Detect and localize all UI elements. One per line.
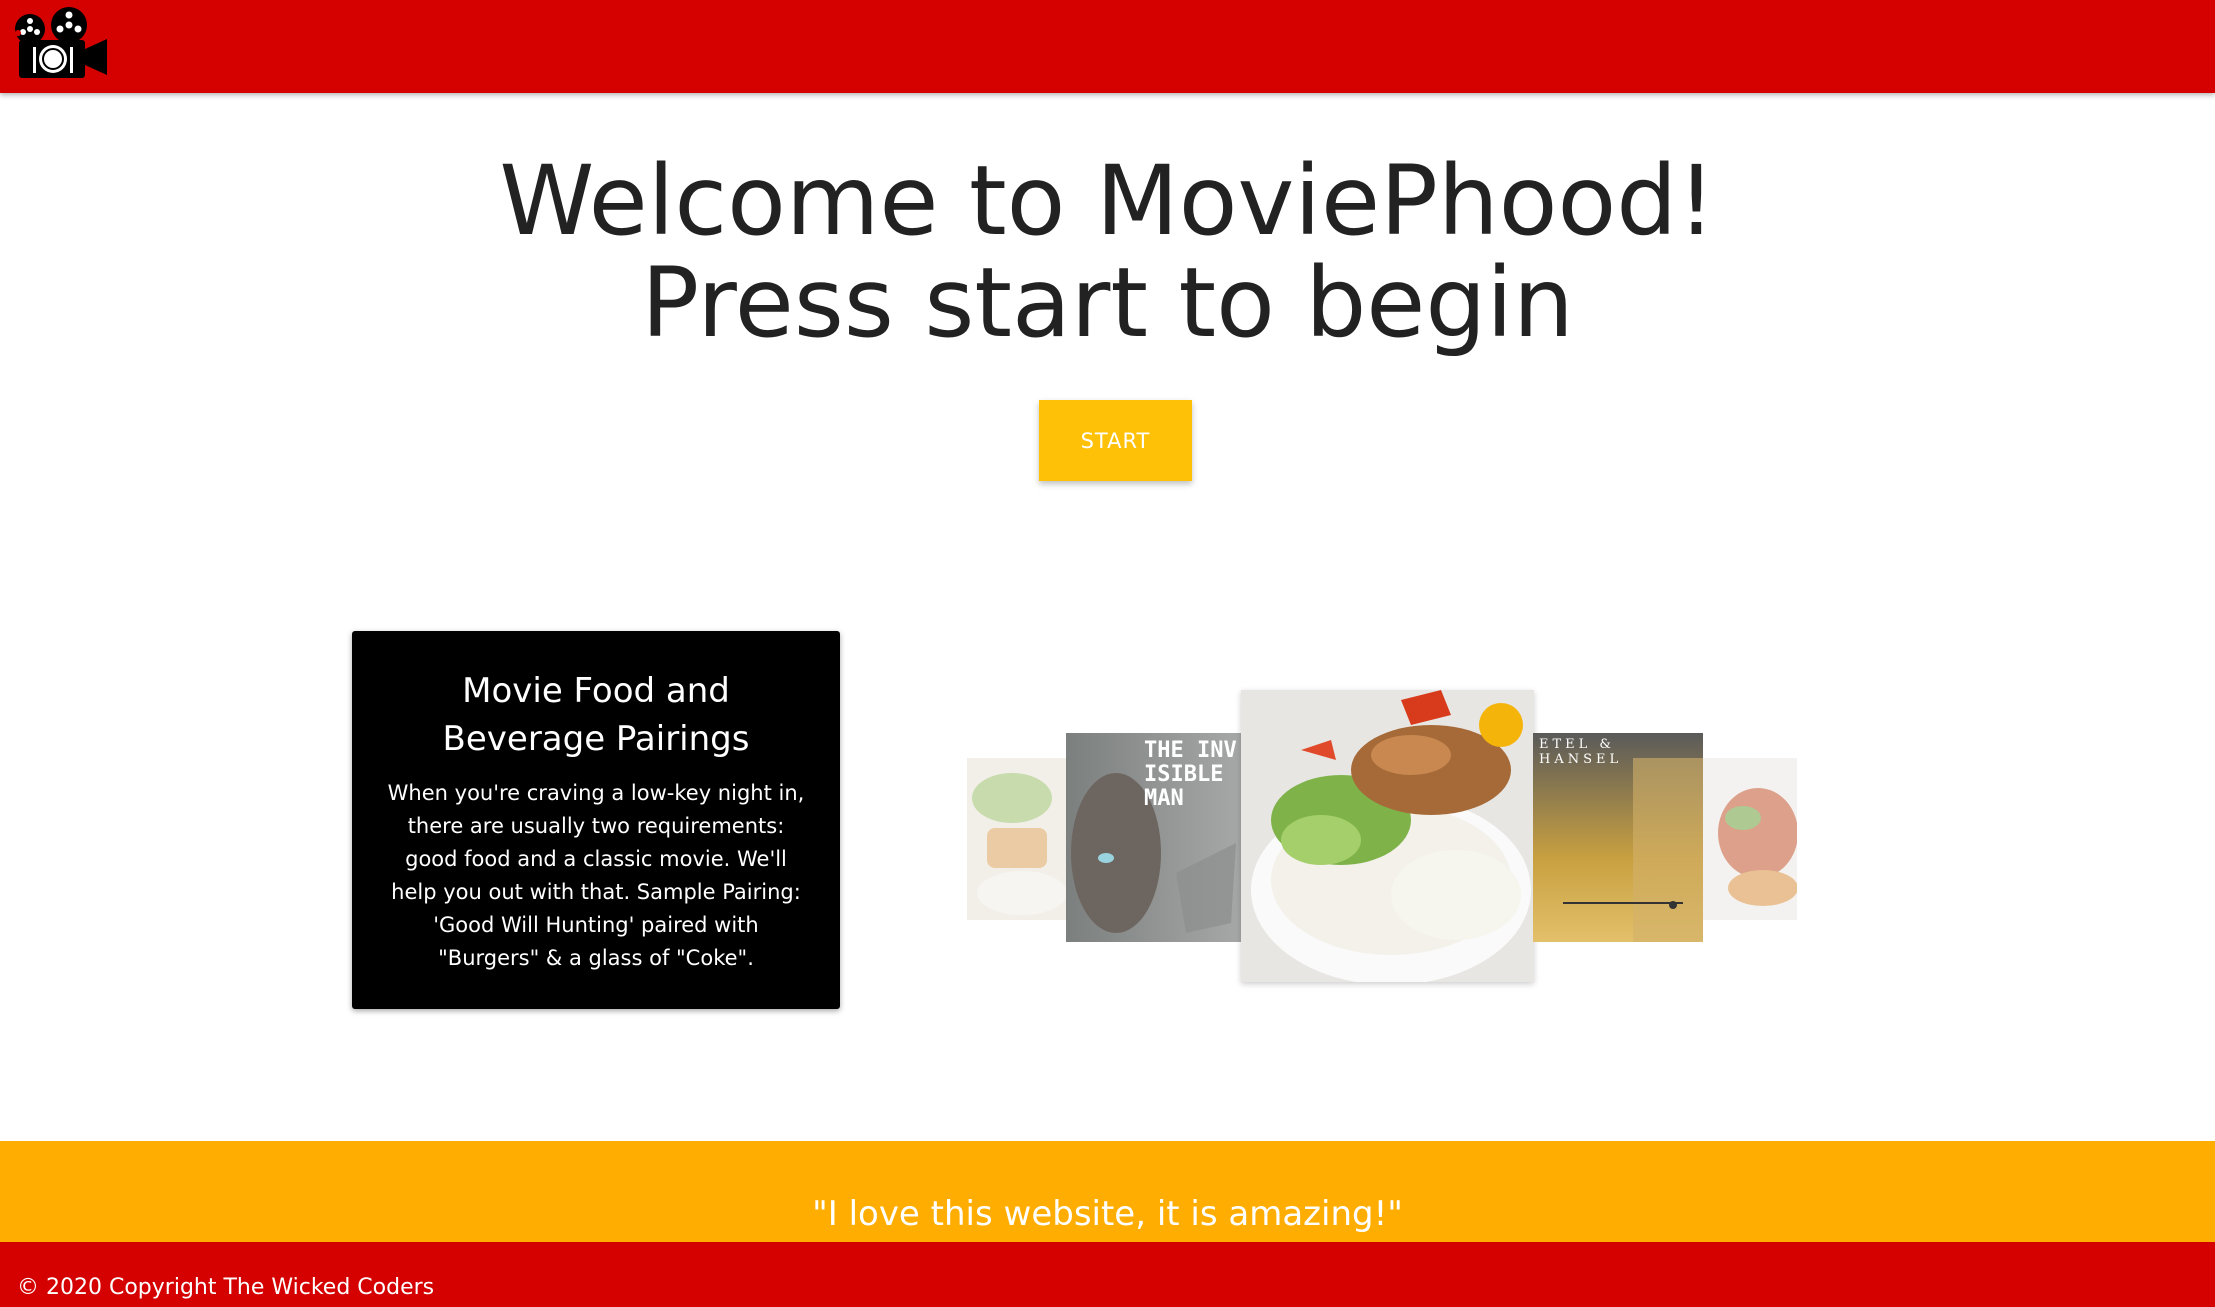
poster-title-text: THE INVISIBLE MAN (1144, 738, 1237, 811)
film-camera-plate-logo-icon[interactable] (13, 5, 109, 79)
testimonial-quote: "I love this website, it is amazing!" (812, 1194, 1403, 1234)
info-card: Movie Food and Beverage Pairings When yo… (352, 631, 840, 1009)
welcome-heading: Welcome to MoviePhood! Press start to be… (0, 150, 2215, 354)
card-title: Movie Food and Beverage Pairings (442, 671, 750, 759)
welcome-title-line: Welcome to MoviePhood! (499, 145, 1716, 257)
carousel-slide-gretel-hansel-poster[interactable]: ETEL & HANSEL (1533, 733, 1703, 942)
carousel-slide-food-right[interactable] (1703, 758, 1797, 920)
carousel-slide-chicken-rice-bowl[interactable] (1241, 690, 1534, 982)
copyright-text: © 2020 Copyright The Wicked Coders (17, 1275, 435, 1300)
press-start-line: Press start to begin (641, 247, 1574, 359)
carousel-slide-invisible-man-poster[interactable]: THE INVISIBLE MAN (1066, 733, 1244, 942)
carousel-slide-food-left[interactable] (967, 758, 1067, 920)
image-carousel[interactable]: THE INVISIBLE MAN ETEL & HANSEL (967, 690, 1797, 985)
poster-title-text: ETEL & HANSEL (1539, 737, 1623, 767)
start-button[interactable]: START (1039, 400, 1192, 481)
card-description: When you're craving a low-key night in, … (387, 781, 805, 970)
top-navbar (0, 0, 2215, 93)
